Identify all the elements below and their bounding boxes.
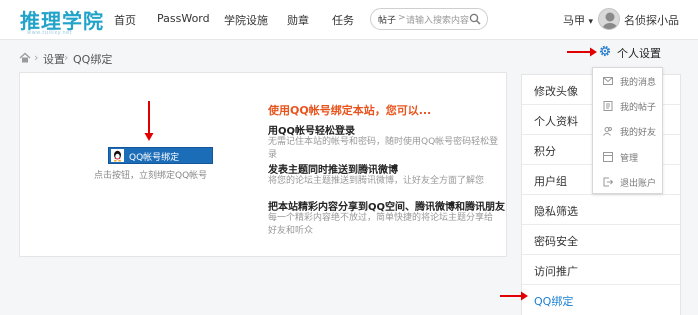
personal-settings-link[interactable]: 个人设置: [617, 45, 661, 61]
dropdown-item-label: 我的消息: [620, 78, 657, 88]
feature-title: 发表主题同时推送到腾讯微博: [268, 165, 398, 176]
breadcrumb-settings[interactable]: 设置: [43, 51, 65, 67]
breadcrumb-separator: ›: [64, 51, 69, 64]
nav-home[interactable]: 首页: [114, 12, 136, 28]
annotation-arrow-icon: [567, 47, 597, 57]
breadcrumb-qq-binding: QQ绑定: [73, 53, 113, 66]
home-icon[interactable]: [19, 52, 31, 63]
dropdown-item-label: 我的好友: [620, 128, 657, 138]
annotation-arrow-icon: [144, 101, 154, 141]
user-switch[interactable]: 马甲 ▾: [563, 12, 593, 28]
side-menu-label: 积分: [534, 145, 556, 158]
friends-icon: [603, 127, 612, 136]
avatar-image: [603, 12, 617, 29]
feature-desc: 每一个精彩内容绝不放过，简单快捷的将论坛主题分享给好友和听众: [268, 213, 494, 236]
user-switch-label: 马甲: [563, 14, 585, 27]
manage-icon: [603, 152, 613, 162]
side-menu-privacy[interactable]: 隐私筛选: [522, 195, 680, 225]
post-icon: [603, 101, 613, 111]
feature-desc: 无需记住本站的帐号和密码，随时使用QQ帐号密码轻松登录: [268, 137, 499, 160]
search-box[interactable]: 帖子 > 请输入搜索内容: [370, 8, 488, 30]
nav-password[interactable]: PassWord: [157, 12, 210, 25]
nav-medals[interactable]: 勋章: [287, 12, 309, 28]
side-menu-label: 修改头像: [534, 85, 578, 98]
dropdown-my-posts[interactable]: 我的帖子: [593, 93, 662, 119]
side-menu-label: 个人资料: [534, 115, 578, 128]
side-menu-label: 密码安全: [534, 235, 578, 248]
side-menu-label: 用户组: [534, 175, 567, 188]
breadcrumb-separator: ›: [34, 51, 39, 64]
side-menu-password[interactable]: 密码安全: [522, 225, 680, 255]
annotation-arrow-icon: [500, 291, 528, 301]
nav-tasks[interactable]: 任务: [332, 12, 354, 28]
qq-binding-panel: QQ帐号绑定 点击按钮，立刻绑定QQ帐号 使用QQ帐号绑定本站，您可以... 用…: [19, 72, 507, 257]
qq-bind-button[interactable]: QQ帐号绑定: [108, 147, 213, 164]
feature-desc: 将您的论坛主题推送到腾讯微博，让好友全方面了解您: [268, 176, 485, 186]
feature-title: 把本站精彩内容分享到QQ空间、腾讯微博和腾讯朋友: [268, 202, 506, 213]
side-menu-label: 隐私筛选: [534, 205, 578, 218]
side-menu-label: QQ绑定: [534, 295, 574, 308]
side-menu-qq-binding[interactable]: QQ绑定: [522, 285, 680, 315]
avatar[interactable]: [598, 8, 620, 30]
dropdown-logout[interactable]: 退出账户: [593, 169, 662, 195]
search-input[interactable]: 请输入搜索内容: [406, 13, 469, 26]
dropdown-item-label: 管理: [620, 154, 639, 164]
qq-bind-hint: 点击按钮，立刻绑定QQ帐号: [94, 171, 208, 181]
qq-penguin-icon: [111, 149, 124, 162]
side-menu-promotion[interactable]: 访问推广: [522, 255, 680, 285]
site-logo-subtitle: www.tuilixy.net: [27, 30, 73, 36]
username[interactable]: 名侦探小品: [624, 12, 679, 28]
dropdown-my-messages[interactable]: 我的消息: [593, 68, 662, 94]
nav-facilities[interactable]: 学院设施: [224, 12, 268, 28]
user-dropdown-menu: 我的消息 我的帖子 我的好友 管理 退出账户: [592, 67, 663, 194]
promo-title: 使用QQ帐号绑定本站，您可以...: [268, 104, 432, 117]
feature-title: 用QQ帐号轻松登录: [268, 126, 356, 137]
search-category-arrow: >: [398, 13, 406, 23]
qq-bind-button-label: QQ帐号绑定: [129, 153, 180, 163]
dropdown-my-friends[interactable]: 我的好友: [593, 118, 662, 144]
gear-icon[interactable]: [599, 45, 611, 57]
dropdown-item-label: 我的帖子: [620, 103, 657, 113]
dropdown-item-label: 退出账户: [620, 179, 657, 189]
mail-icon: [603, 77, 613, 85]
logout-icon: [603, 177, 613, 187]
top-header: 推理学院 www.tuilixy.net 首页 PassWord 学院设施 勋章…: [0, 0, 698, 40]
search-icon[interactable]: [469, 13, 481, 25]
side-menu-label: 访问推广: [534, 265, 578, 278]
search-category[interactable]: 帖子: [378, 13, 396, 26]
dropdown-manage[interactable]: 管理: [593, 144, 662, 170]
chevron-down-icon: ▾: [588, 17, 594, 27]
